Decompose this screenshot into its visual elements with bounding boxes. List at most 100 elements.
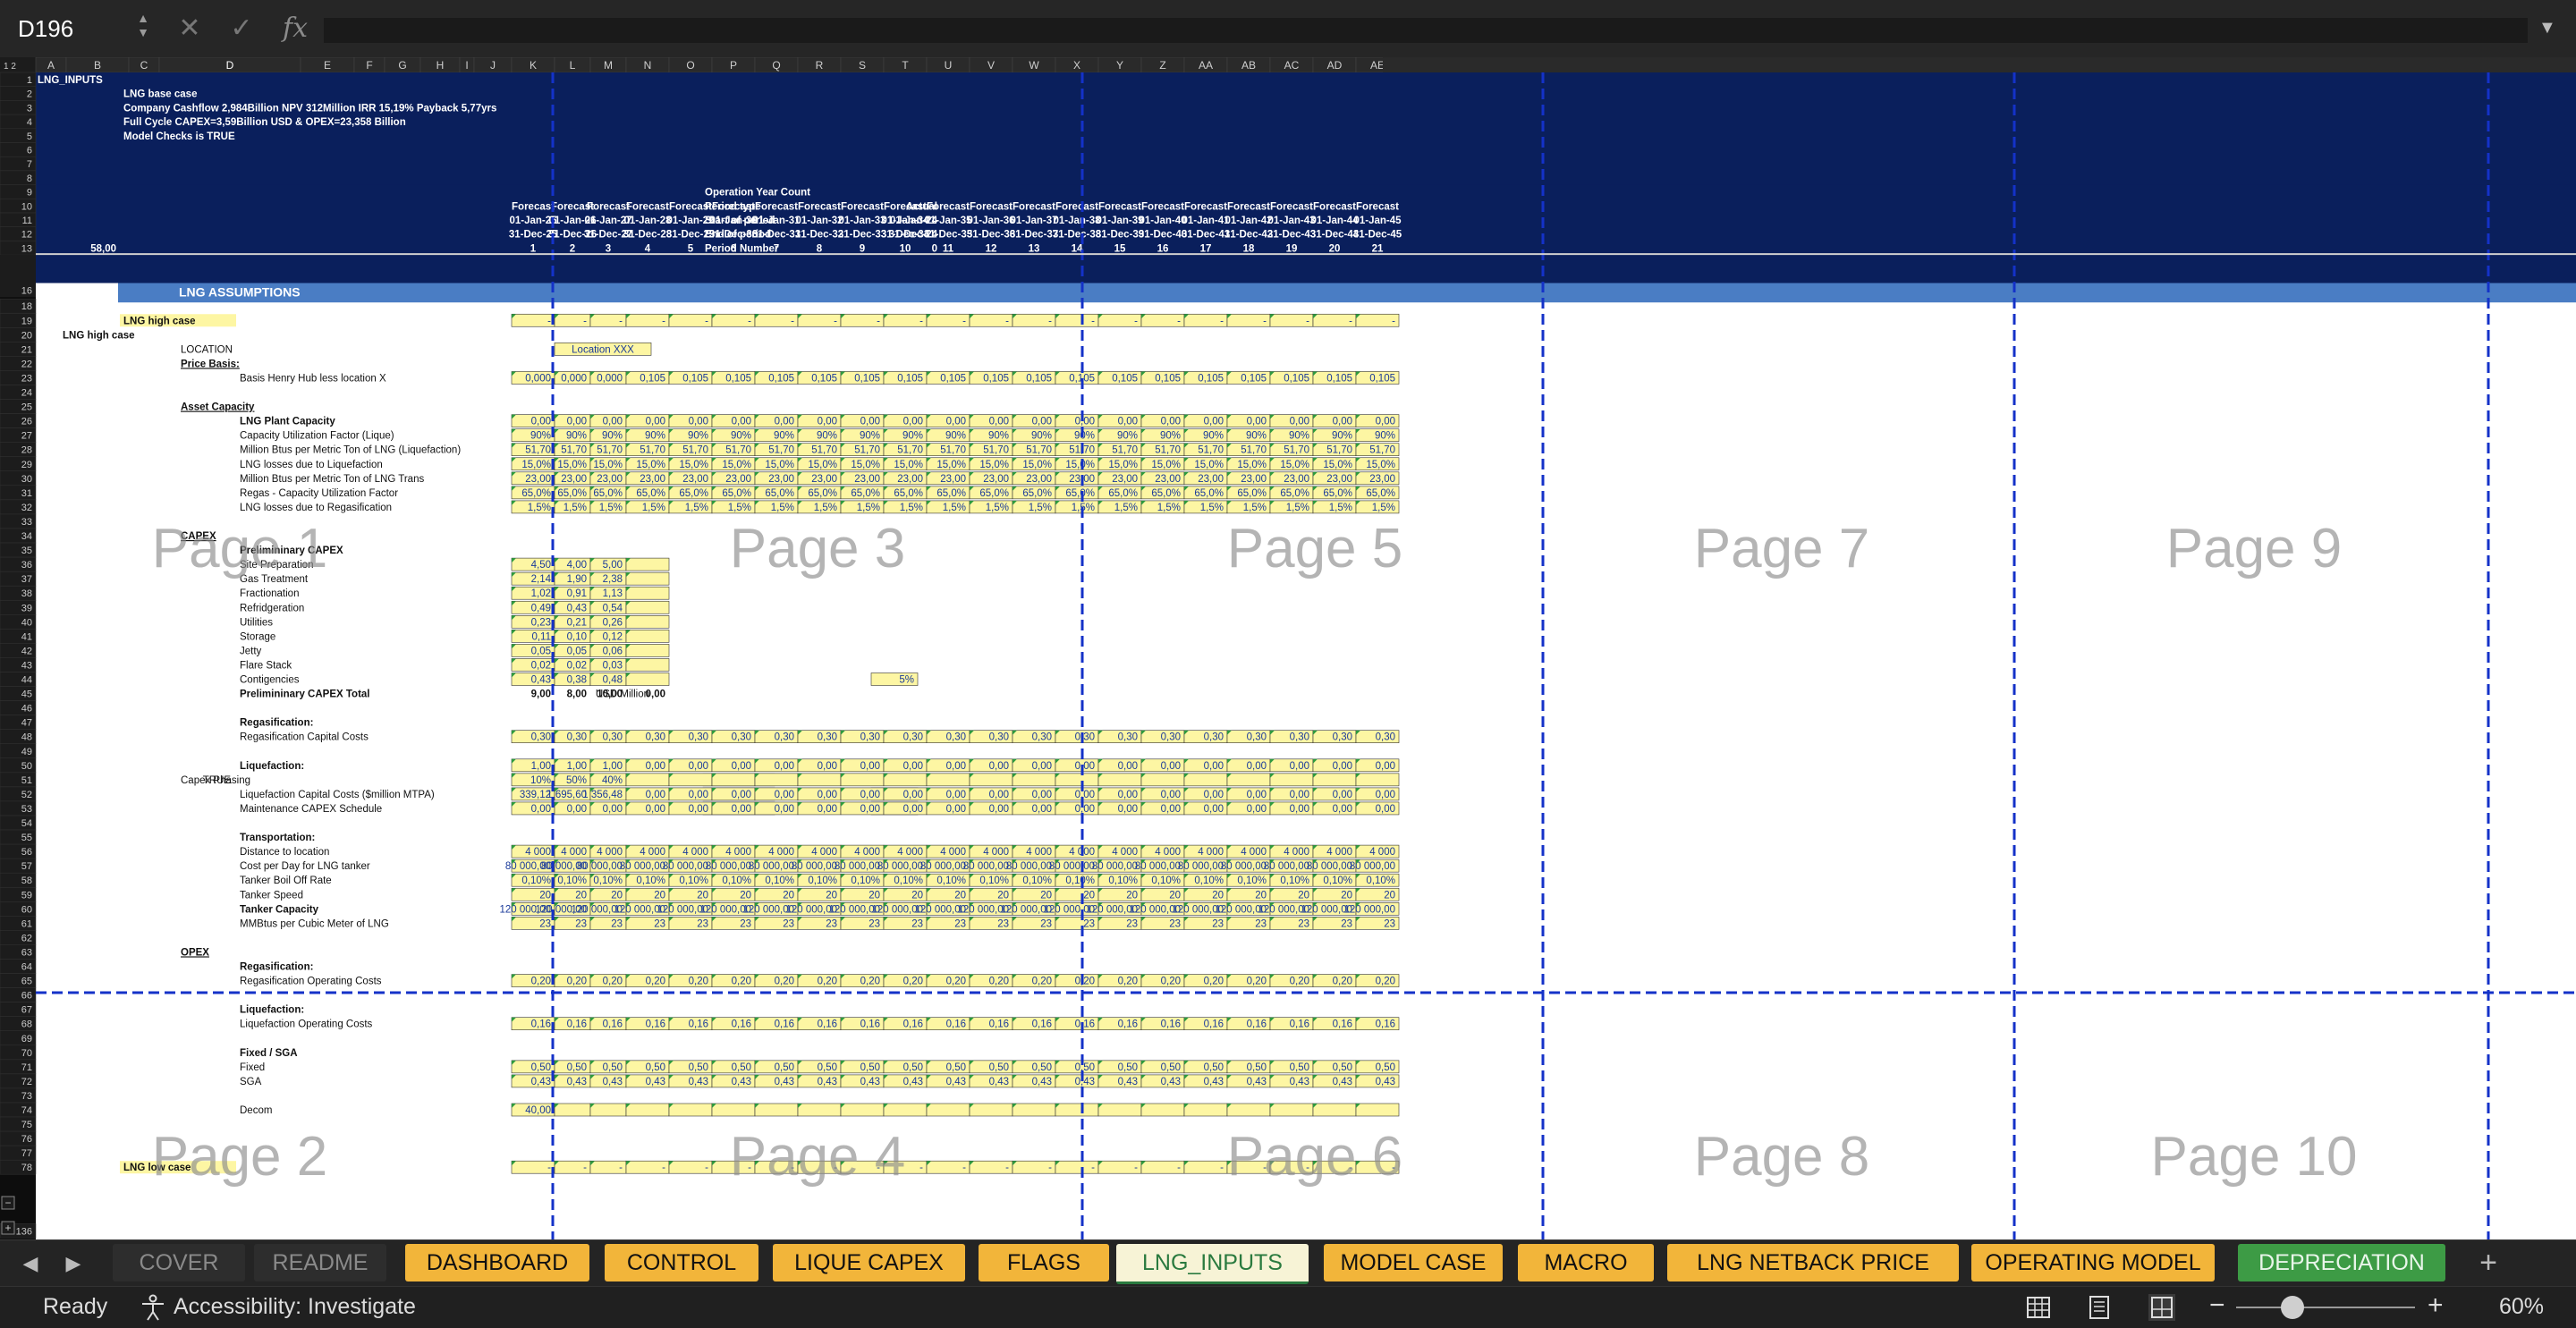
period-value[interactable]: 0,105 [1026,373,1052,384]
period-value[interactable]: 4 000 [768,847,794,858]
period-value[interactable]: 90% [1160,431,1181,442]
row-header-label[interactable]: 78 [21,1163,32,1173]
period-input-cell[interactable] [797,1103,842,1117]
period-value[interactable]: 0,00 [946,790,966,800]
period-value[interactable]: 0,00 [1032,761,1052,772]
row-header-label[interactable]: 28 [21,445,32,456]
period-value[interactable]: 0,16 [603,1019,623,1030]
period-value[interactable]: 0,00 [1075,417,1095,427]
period-value[interactable]: 51,70 [561,445,587,456]
row-header-label[interactable]: 48 [21,732,32,743]
period-input-cell[interactable] [1355,1103,1400,1117]
period-value[interactable]: 15,0% [557,460,587,470]
period-value[interactable]: 15,0% [979,460,1009,470]
period-value[interactable]: 90% [1289,431,1309,442]
period-value[interactable]: 4 000 [897,847,923,858]
column-header-label[interactable]: AE [1370,59,1385,72]
column-header-label[interactable]: Q [772,59,780,72]
period-value[interactable]: 23,00 [1284,474,1309,485]
row-header-label[interactable]: 22 [21,359,32,369]
period-value[interactable]: 0,10% [521,875,551,886]
period-value[interactable]: 1,5% [685,503,708,513]
column-header-label[interactable]: AC [1284,59,1300,72]
period-value[interactable]: 40% [602,775,623,786]
period-value[interactable]: 15,0% [1280,460,1309,470]
period-value[interactable]: 90% [1074,431,1095,442]
period-value[interactable]: 1,5% [857,503,880,513]
period-value[interactable]: 23,00 [640,474,665,485]
row-header-label[interactable]: 20 [21,330,32,341]
period-value[interactable]: 0,00 [531,804,551,815]
period-value[interactable]: - [583,1163,587,1173]
period-value[interactable]: 23,00 [940,474,966,485]
period-value[interactable]: 0,105 [1369,373,1395,384]
outline-collapse-glyph[interactable]: − [4,1197,11,1209]
period-value[interactable]: 15,0% [1323,460,1352,470]
period-value[interactable]: 0,16 [860,1019,880,1030]
period-value[interactable]: 0,16 [1204,1019,1224,1030]
row-header-label[interactable]: 62 [21,933,32,943]
row-header-label[interactable]: 76 [21,1134,32,1145]
period-value[interactable]: 0,00 [775,417,794,427]
period-value[interactable]: 1,5% [599,503,623,513]
period-value[interactable]: - [791,316,794,326]
period-value[interactable]: 20 [1298,890,1309,901]
period-value[interactable]: 15,0% [765,460,794,470]
period-value[interactable]: 90% [774,431,794,442]
row-header-label[interactable]: 3 [27,103,32,114]
period-input-cell[interactable] [926,1103,970,1117]
row-header-label[interactable]: 44 [21,675,32,686]
row-header-label[interactable]: 19 [21,316,32,326]
period-value[interactable]: 0,43 [689,1077,708,1087]
period-value[interactable]: 0,20 [689,977,708,987]
period-value[interactable]: 20 [539,890,551,901]
period-value[interactable]: 4 000 [1326,847,1352,858]
period-value[interactable]: 0,02 [531,660,551,671]
period-value[interactable]: 23,00 [811,474,837,485]
period-value[interactable]: 0,00 [1376,761,1395,772]
period-value[interactable]: 0,105 [1198,373,1224,384]
period-value[interactable]: 1,5% [1372,503,1395,513]
period-value[interactable]: 0,00 [1333,761,1352,772]
period-value[interactable]: 0,43 [903,1077,923,1087]
period-value[interactable]: 90% [602,431,623,442]
period-value[interactable]: 0,00 [567,804,587,815]
period-value[interactable]: 0,23 [531,617,551,628]
period-value[interactable]: 0,20 [775,977,794,987]
row-header-label[interactable]: 32 [21,503,32,513]
period-value[interactable]: 0,105 [1112,373,1138,384]
period-value[interactable]: 65,0% [636,488,665,499]
row-header-label[interactable]: 7 [27,159,32,170]
period-input-cell[interactable] [625,644,670,657]
column-header-label[interactable]: V [987,59,995,72]
period-value[interactable]: 0,105 [768,373,794,384]
period-value[interactable]: 0,12 [603,631,623,642]
period-value[interactable]: 65,0% [679,488,708,499]
period-value[interactable]: 23,00 [1369,474,1395,485]
period-value[interactable]: 0,20 [1075,977,1095,987]
period-value[interactable]: 20 [1255,890,1267,901]
period-value[interactable]: 15,0% [679,460,708,470]
period-value[interactable]: 20 [826,890,837,901]
period-value[interactable]: 0,16 [1333,1019,1352,1030]
row-header-label[interactable]: 9 [27,188,32,199]
period-value[interactable]: - [748,316,751,326]
period-value[interactable]: 1,5% [943,503,966,513]
period-value[interactable]: 0,00 [989,790,1009,800]
period-value[interactable]: 0,00 [1161,790,1181,800]
period-input-cell[interactable] [840,773,885,787]
period-value[interactable]: 0,43 [1032,1077,1052,1087]
period-value[interactable]: 0,50 [689,1062,708,1073]
period-value[interactable]: 65,0% [936,488,966,499]
period-value[interactable]: 0,30 [775,732,794,743]
period-input-cell[interactable] [625,658,670,672]
period-value[interactable]: 0,00 [1290,761,1309,772]
period-value[interactable]: - [705,1163,708,1173]
period-value[interactable]: 4 000 [1369,847,1395,858]
row-header-label[interactable]: 10 [21,201,32,212]
period-value[interactable]: 65,0% [765,488,794,499]
period-value[interactable]: 23 [826,918,837,929]
location-value[interactable]: Location XXX [572,344,634,355]
period-value[interactable]: 0,48 [603,675,623,686]
period-value[interactable]: 0,43 [1333,1077,1352,1087]
